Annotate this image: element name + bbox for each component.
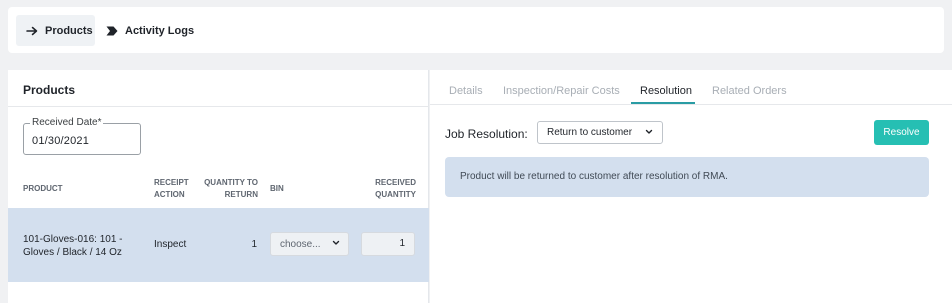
bin-select[interactable]: choose... (270, 232, 349, 256)
tabs-divider (430, 104, 952, 105)
received-date-field[interactable]: Received Date* 01/30/2021 (23, 117, 141, 155)
job-resolution-label: Job Resolution: (445, 127, 528, 141)
arrow-right-icon (26, 26, 38, 36)
tab-products-label: Products (45, 24, 93, 37)
job-resolution-select[interactable]: Return to customer (537, 121, 663, 144)
top-nav-bar: Products Activity Logs (8, 7, 944, 53)
column-header-received-quantity: Received Quantity (375, 178, 416, 199)
column-header-quantity-to-return: Quantity to Return (204, 178, 258, 199)
receipt-action-cell: Inspect (154, 239, 187, 250)
chevron-down-icon (645, 128, 653, 139)
tab-details[interactable]: Details (449, 85, 483, 97)
received-quantity-input[interactable]: 1 (361, 232, 415, 256)
bin-select-value: choose... (280, 238, 321, 250)
column-header-bin: Bin (270, 184, 284, 193)
tab-resolution[interactable]: Resolution (640, 85, 692, 97)
column-header-product: Product (23, 184, 63, 193)
rma-detail-panel: Details Inspection/Repair Costs Resoluti… (430, 70, 952, 303)
quantity-to-return-cell: 1 (251, 239, 257, 250)
job-resolution-value: Return to customer (547, 127, 633, 138)
tab-products[interactable]: Products (16, 15, 95, 46)
received-date-value[interactable]: 01/30/2021 (32, 135, 89, 147)
products-panel-title: Products (23, 83, 76, 97)
panel-divider (8, 106, 429, 107)
column-header-receipt-action: Receipt Action (154, 178, 189, 199)
table-row[interactable]: 101-Gloves-016: 101 - Gloves / Black / 1… (8, 208, 429, 282)
chevron-flag-icon (106, 26, 118, 36)
received-date-label: Received Date* (30, 117, 104, 128)
resolve-button[interactable]: Resolve (874, 120, 929, 145)
tab-activity-logs[interactable]: Activity Logs (104, 15, 204, 46)
tab-related-orders[interactable]: Related Orders (712, 85, 787, 97)
product-name-cell: 101-Gloves-016: 101 - Gloves / Black / 1… (23, 234, 123, 258)
tab-inspection-repair-costs[interactable]: Inspection/Repair Costs (503, 85, 620, 97)
chevron-down-icon (332, 239, 340, 250)
products-panel: Products Received Date* 01/30/2021 Produ… (8, 70, 429, 303)
tab-activity-logs-label: Activity Logs (125, 24, 195, 37)
info-banner: Product will be returned to customer aft… (445, 157, 929, 197)
